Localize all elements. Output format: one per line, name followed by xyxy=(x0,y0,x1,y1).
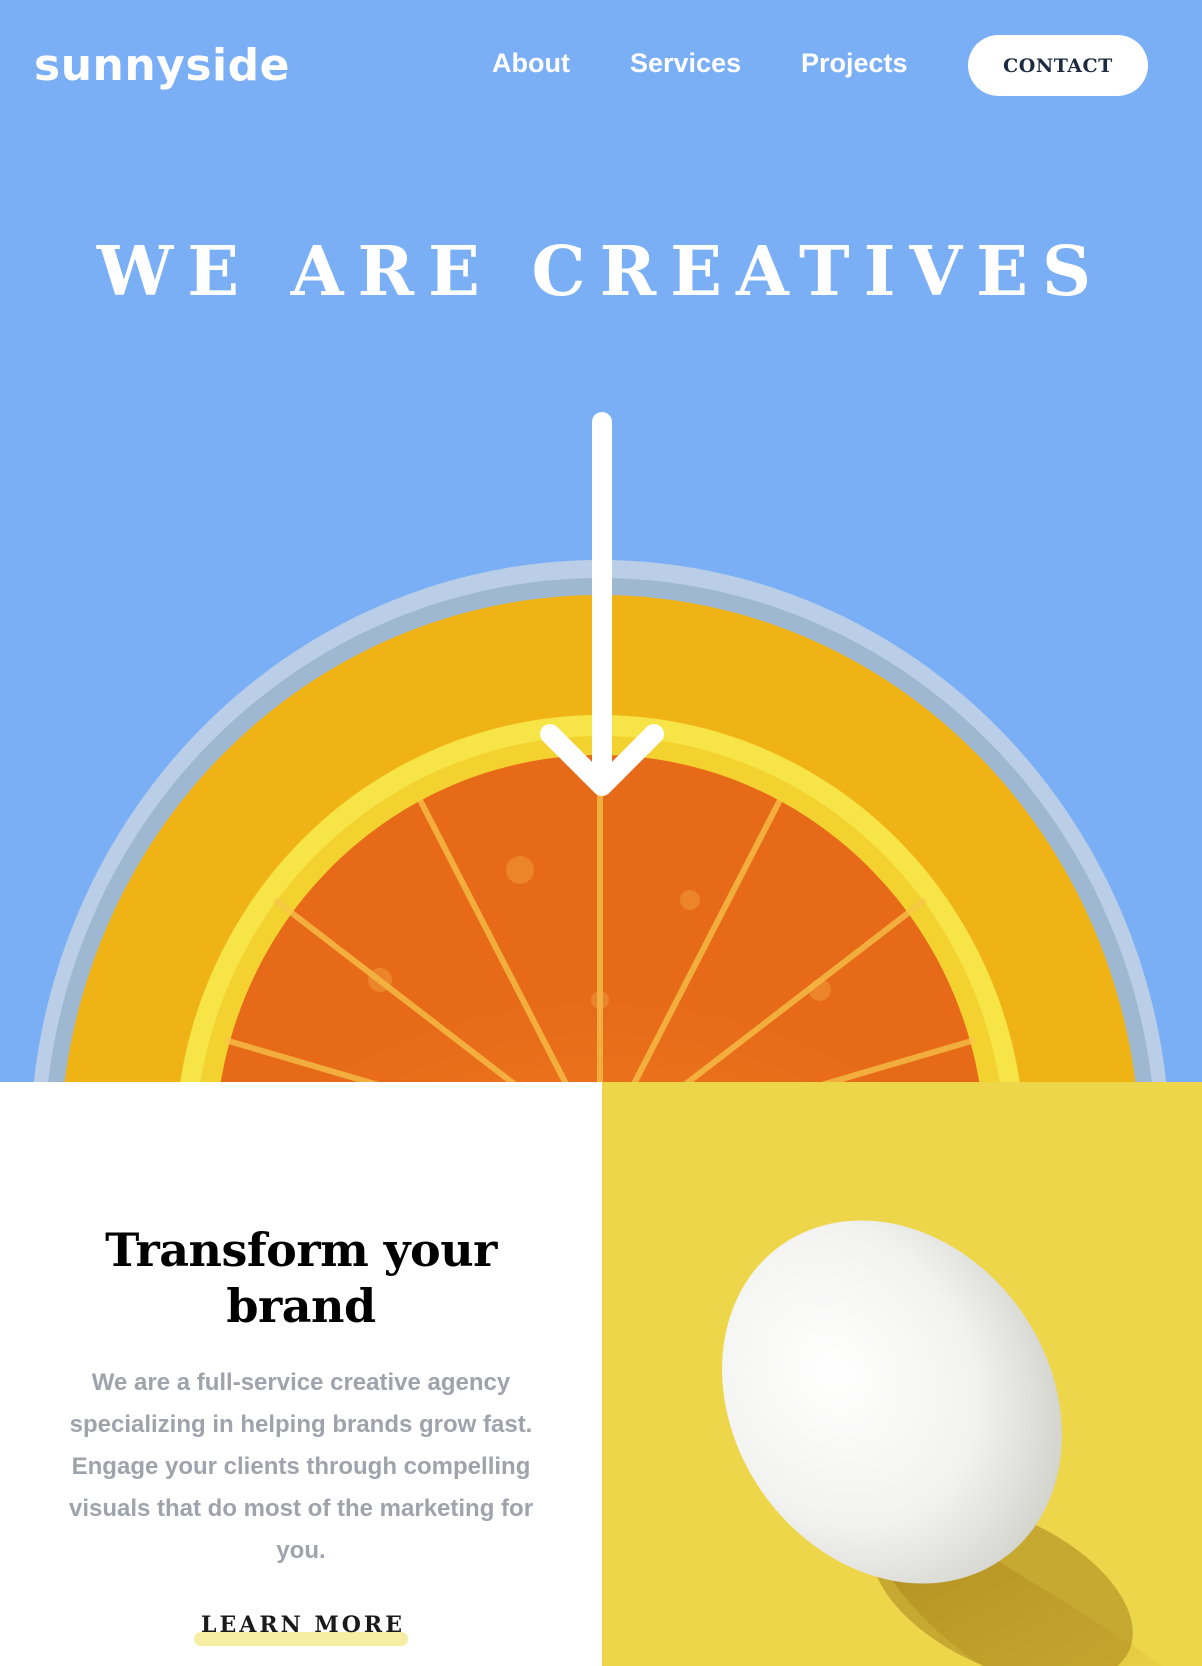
feature-image-panel xyxy=(602,1082,1202,1666)
egg-image xyxy=(722,1220,1162,1666)
feature-heading: Transform your brand xyxy=(105,1223,497,1333)
nav-link-services[interactable]: Services xyxy=(630,48,741,79)
nav-link-about[interactable]: About xyxy=(492,48,570,79)
hero-section: sunnyside About Services Projects CONTAC… xyxy=(0,0,1202,1082)
hero-title: WE ARE CREATIVES xyxy=(96,232,1106,312)
navbar: sunnyside About Services Projects CONTAC… xyxy=(0,0,1202,132)
feature-section: Transform your brand We are a full-servi… xyxy=(0,1082,1202,1666)
arrow-down-icon[interactable] xyxy=(540,412,664,796)
logo[interactable]: sunnyside xyxy=(34,40,290,91)
feature-text-panel: Transform your brand We are a full-servi… xyxy=(0,1082,602,1666)
learn-more-link[interactable]: LEARN MORE xyxy=(201,1612,405,1638)
feature-body: We are a full-service creative agency sp… xyxy=(68,1369,534,1564)
contact-button[interactable]: CONTACT xyxy=(968,35,1148,96)
nav-link-projects[interactable]: Projects xyxy=(801,48,908,79)
